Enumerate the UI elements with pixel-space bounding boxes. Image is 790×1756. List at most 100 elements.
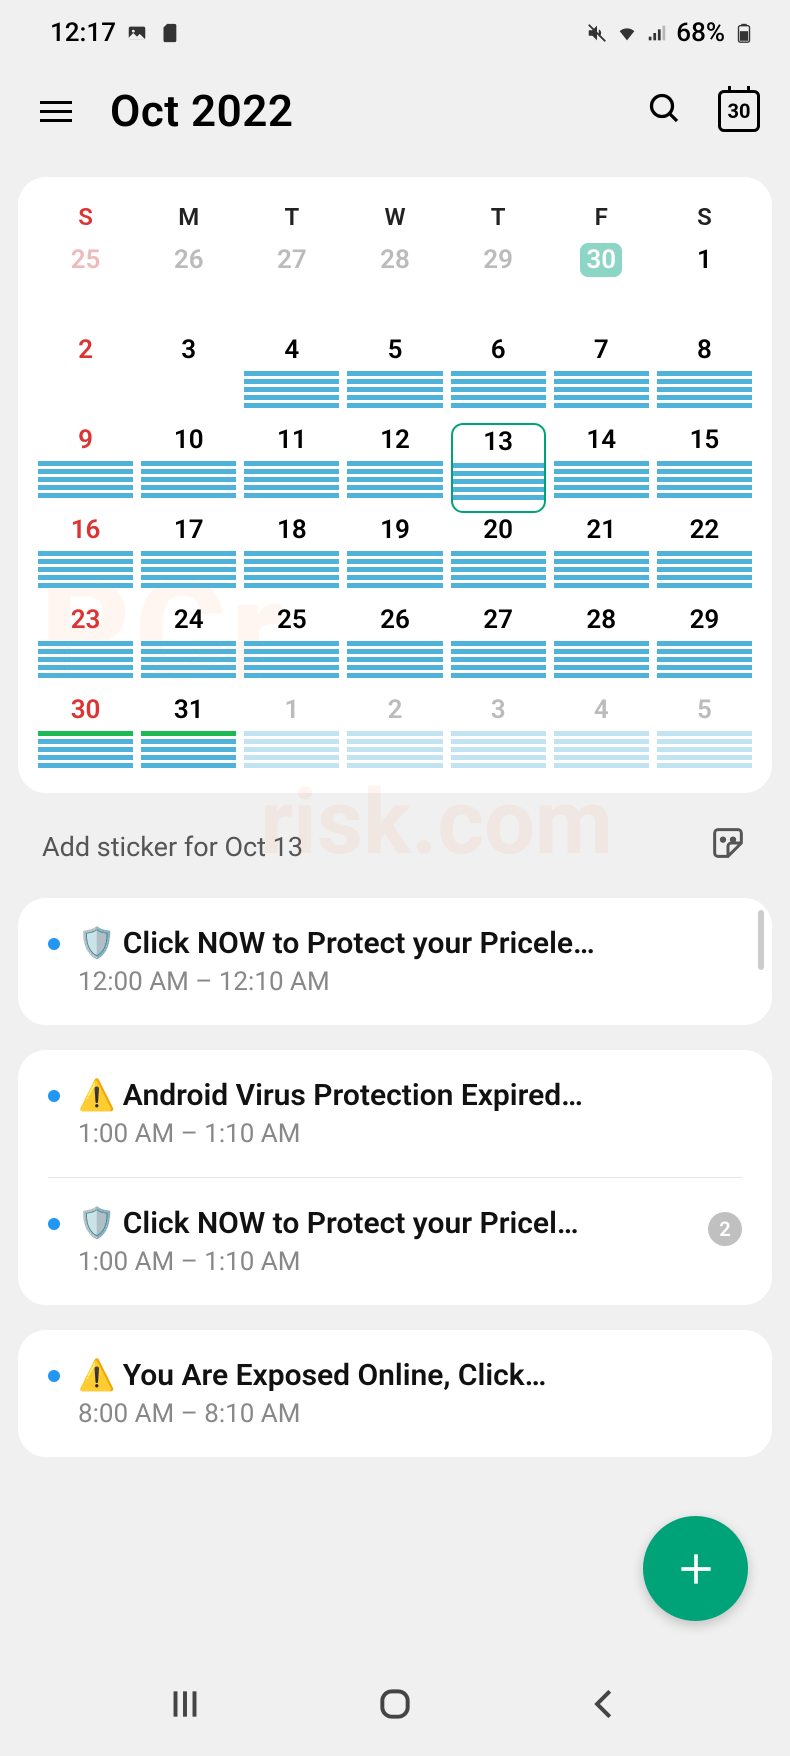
- calendar-day[interactable]: 6: [451, 333, 546, 423]
- event-indicator: [347, 747, 442, 752]
- day-number: 27: [277, 243, 307, 275]
- menu-icon[interactable]: [40, 101, 80, 122]
- calendar-day[interactable]: 17: [141, 513, 236, 603]
- home-icon[interactable]: [376, 1685, 414, 1727]
- event-indicator: [657, 461, 752, 466]
- event-indicator: [451, 559, 546, 564]
- event-indicator: [141, 731, 236, 736]
- event-item[interactable]: 🛡️ Click NOW to Protect your Pricel…1:00…: [48, 1178, 742, 1305]
- calendar-day[interactable]: 21: [554, 513, 649, 603]
- calendar-day[interactable]: 20: [451, 513, 546, 603]
- today-icon[interactable]: 30: [718, 90, 760, 132]
- page-title[interactable]: Oct 2022: [110, 85, 647, 137]
- calendar-day[interactable]: 26: [347, 603, 442, 693]
- day-number: 18: [277, 513, 307, 545]
- calendar-day[interactable]: 27: [244, 243, 339, 333]
- event-indicator: [141, 469, 236, 474]
- event-indicator: [244, 493, 339, 498]
- event-indicator: [38, 469, 133, 474]
- event-indicator: [451, 567, 546, 572]
- calendar-day[interactable]: 5: [657, 693, 752, 783]
- weekday-label: T: [451, 197, 546, 243]
- calendar-day[interactable]: 4: [554, 693, 649, 783]
- calendar-day[interactable]: 27: [451, 603, 546, 693]
- event-indicator: [38, 673, 133, 678]
- calendar-day[interactable]: 18: [244, 513, 339, 603]
- calendar-day[interactable]: 1: [657, 243, 752, 333]
- event-item[interactable]: ⚠️ Android Virus Protection Expired…1:00…: [48, 1050, 742, 1178]
- add-event-button[interactable]: [643, 1516, 748, 1621]
- calendar-day[interactable]: 8: [657, 333, 752, 423]
- event-indicator: [141, 641, 236, 646]
- scroll-indicator[interactable]: [758, 910, 764, 970]
- calendar-day[interactable]: 31: [141, 693, 236, 783]
- recents-icon[interactable]: [166, 1685, 204, 1727]
- weekday-label: F: [554, 197, 649, 243]
- calendar-day[interactable]: 14: [554, 423, 649, 513]
- event-indicator: [347, 379, 442, 384]
- day-number: 26: [380, 603, 410, 635]
- event-indicator: [657, 665, 752, 670]
- event-indicator: [347, 641, 442, 646]
- event-title: 🛡️ Click NOW to Protect your Pricel…: [78, 1206, 690, 1241]
- event-indicator: [657, 583, 752, 588]
- event-indicator: [347, 567, 442, 572]
- calendar-day[interactable]: 11: [244, 423, 339, 513]
- event-indicator: [347, 657, 442, 662]
- event-indicator: [244, 379, 339, 384]
- calendar-day[interactable]: 29: [657, 603, 752, 693]
- status-bar: 12:17 68%: [0, 0, 790, 65]
- calendar-day[interactable]: 22: [657, 513, 752, 603]
- event-indicator: [451, 747, 546, 752]
- event-item[interactable]: ⚠️ You Are Exposed Online, Click…8:00 AM…: [48, 1330, 742, 1457]
- calendar-day[interactable]: 15: [657, 423, 752, 513]
- calendar-day[interactable]: 2: [347, 693, 442, 783]
- event-indicator: [453, 495, 544, 500]
- calendar-day[interactable]: 10: [141, 423, 236, 513]
- event-indicator: [38, 485, 133, 490]
- calendar-day[interactable]: 23: [38, 603, 133, 693]
- event-item[interactable]: 🛡️ Click NOW to Protect your Pricele…12:…: [48, 898, 742, 1025]
- calendar-day[interactable]: 16: [38, 513, 133, 603]
- event-indicator: [244, 559, 339, 564]
- calendar-day[interactable]: 28: [347, 243, 442, 333]
- add-sticker-row[interactable]: Add sticker for Oct 13: [0, 793, 790, 888]
- search-icon[interactable]: [647, 91, 683, 131]
- calendar-day[interactable]: 4: [244, 333, 339, 423]
- calendar-day[interactable]: 7: [554, 333, 649, 423]
- day-number: 8: [697, 333, 712, 365]
- event-indicator: [451, 665, 546, 670]
- event-indicator: [347, 469, 442, 474]
- calendar-day[interactable]: 29: [451, 243, 546, 333]
- event-dot-icon: [48, 1090, 60, 1102]
- calendar-day[interactable]: 2: [38, 333, 133, 423]
- calendar-day[interactable]: 25: [244, 603, 339, 693]
- calendar-day[interactable]: 5: [347, 333, 442, 423]
- calendar-day[interactable]: 3: [141, 333, 236, 423]
- calendar-day[interactable]: 25: [38, 243, 133, 333]
- event-indicator: [244, 403, 339, 408]
- event-indicator: [657, 477, 752, 482]
- event-indicator: [38, 493, 133, 498]
- sticker-icon[interactable]: [708, 823, 748, 870]
- calendar-day[interactable]: 13: [451, 423, 546, 513]
- event-indicator: [451, 673, 546, 678]
- calendar-day[interactable]: 1: [244, 693, 339, 783]
- calendar-day[interactable]: 28: [554, 603, 649, 693]
- event-indicator: [38, 641, 133, 646]
- day-number: 7: [594, 333, 609, 365]
- day-number: 26: [174, 243, 204, 275]
- event-indicator: [38, 665, 133, 670]
- calendar-day[interactable]: 12: [347, 423, 442, 513]
- calendar-day[interactable]: 30: [38, 693, 133, 783]
- event-indicator: [554, 477, 649, 482]
- signal-icon: [646, 22, 668, 44]
- back-icon[interactable]: [586, 1685, 624, 1727]
- calendar-day[interactable]: 19: [347, 513, 442, 603]
- calendar-day[interactable]: 30: [554, 243, 649, 333]
- calendar-day[interactable]: 3: [451, 693, 546, 783]
- battery-icon: [733, 22, 755, 44]
- calendar-day[interactable]: 26: [141, 243, 236, 333]
- calendar-day[interactable]: 24: [141, 603, 236, 693]
- calendar-day[interactable]: 9: [38, 423, 133, 513]
